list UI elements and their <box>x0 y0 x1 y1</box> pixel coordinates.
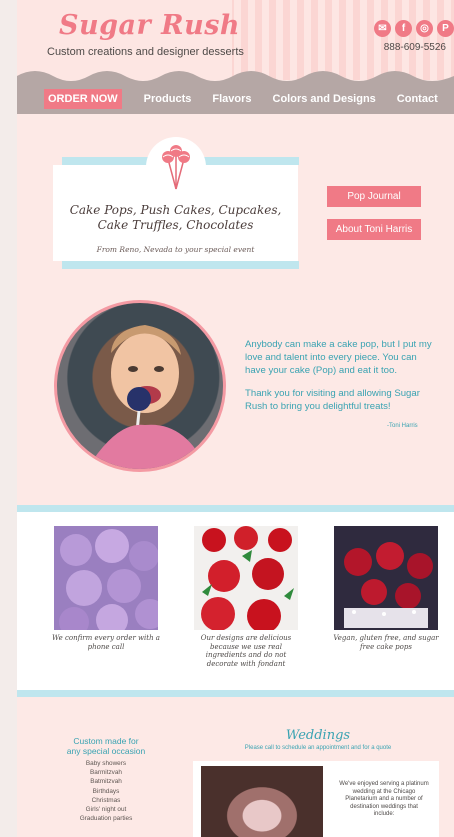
intro-paragraph-2: Thank you for visiting and allowing Suga… <box>245 388 420 412</box>
pinterest-icon[interactable]: P <box>437 20 454 37</box>
nav-flavors[interactable]: Flavors <box>212 93 251 105</box>
weddings-text: We've enjoyed serving a platinum wedding… <box>339 781 429 818</box>
list-item: Birthdays <box>92 787 120 795</box>
list-item: Christmas <box>91 796 121 804</box>
intro-signature: -Toni Harris <box>387 423 418 429</box>
hero-subtitle: From Reno, Nevada to your special event <box>96 245 255 254</box>
site-logo[interactable]: Sugar Rush <box>59 10 240 41</box>
list-item: Graduation parties <box>79 815 133 823</box>
weddings-subtitle: Please call to schedule an appointment a… <box>244 745 392 751</box>
email-icon[interactable]: ✉ <box>374 20 391 37</box>
list-item: Batmitzvah <box>90 778 122 786</box>
list-item: Baby showers <box>85 760 127 767</box>
about-toni-harris-button[interactable]: About Toni Harris <box>327 219 421 240</box>
nav-contact[interactable]: Contact <box>397 93 438 105</box>
list-item: Barmitzvah <box>90 769 122 777</box>
instagram-icon[interactable]: ◎ <box>416 20 433 37</box>
page: Sugar Rush Custom creations and designer… <box>17 0 454 837</box>
wedding-cake-photo <box>201 766 323 837</box>
red-rose-cupcakes-photo[interactable] <box>194 526 298 633</box>
main-nav: ORDER NOW Products Flavors Colors and De… <box>17 84 454 114</box>
occasions-list: Baby showers Barmitzvah Batmitzvah Birth… <box>55 759 157 823</box>
cake-pop-bouquet-icon <box>162 145 190 190</box>
facebook-icon[interactable]: f <box>395 20 412 37</box>
list-item: Girls' night out <box>85 806 127 814</box>
intro-text: Anybody can make a cake pop, but I put m… <box>245 338 440 413</box>
nav-products[interactable]: Products <box>144 93 192 105</box>
social-links: ✉ f ◎ P <box>374 20 454 37</box>
gallery-caption-3: Vegan, gluten free, and sugar free cake … <box>333 634 439 651</box>
phone-number[interactable]: 888-609-5526 <box>384 42 446 53</box>
portrait-illustration <box>87 325 207 469</box>
weddings-title: Weddings <box>285 728 351 743</box>
purple-cake-pops-photo[interactable] <box>54 526 165 637</box>
gallery-stripe-bottom <box>17 690 454 697</box>
chocolate-cake-pops-photo[interactable] <box>334 526 438 630</box>
girl-eating-cake-pop-photo <box>54 300 226 472</box>
occasions-title: Custom made for any special occasion <box>66 736 146 756</box>
order-now-button[interactable]: ORDER NOW <box>44 89 122 109</box>
gallery-caption-1: We confirm every order with a phone call <box>52 634 160 651</box>
hero-band-bottom <box>62 261 299 269</box>
gallery-caption-2: Our designs are delicious because we use… <box>200 634 292 668</box>
site-tagline: Custom creations and designer desserts <box>47 46 244 58</box>
hero-title: Cake Pops, Push Cakes, Cupcakes, Cake Tr… <box>69 203 282 232</box>
cake-pop-logo-badge <box>146 137 206 197</box>
nav-colors-and-designs[interactable]: Colors and Designs <box>273 93 376 105</box>
gallery-stripe-top <box>17 505 454 512</box>
intro-paragraph-1: Anybody can make a cake pop, but I put m… <box>245 339 432 376</box>
pop-journal-button[interactable]: Pop Journal <box>327 186 421 207</box>
